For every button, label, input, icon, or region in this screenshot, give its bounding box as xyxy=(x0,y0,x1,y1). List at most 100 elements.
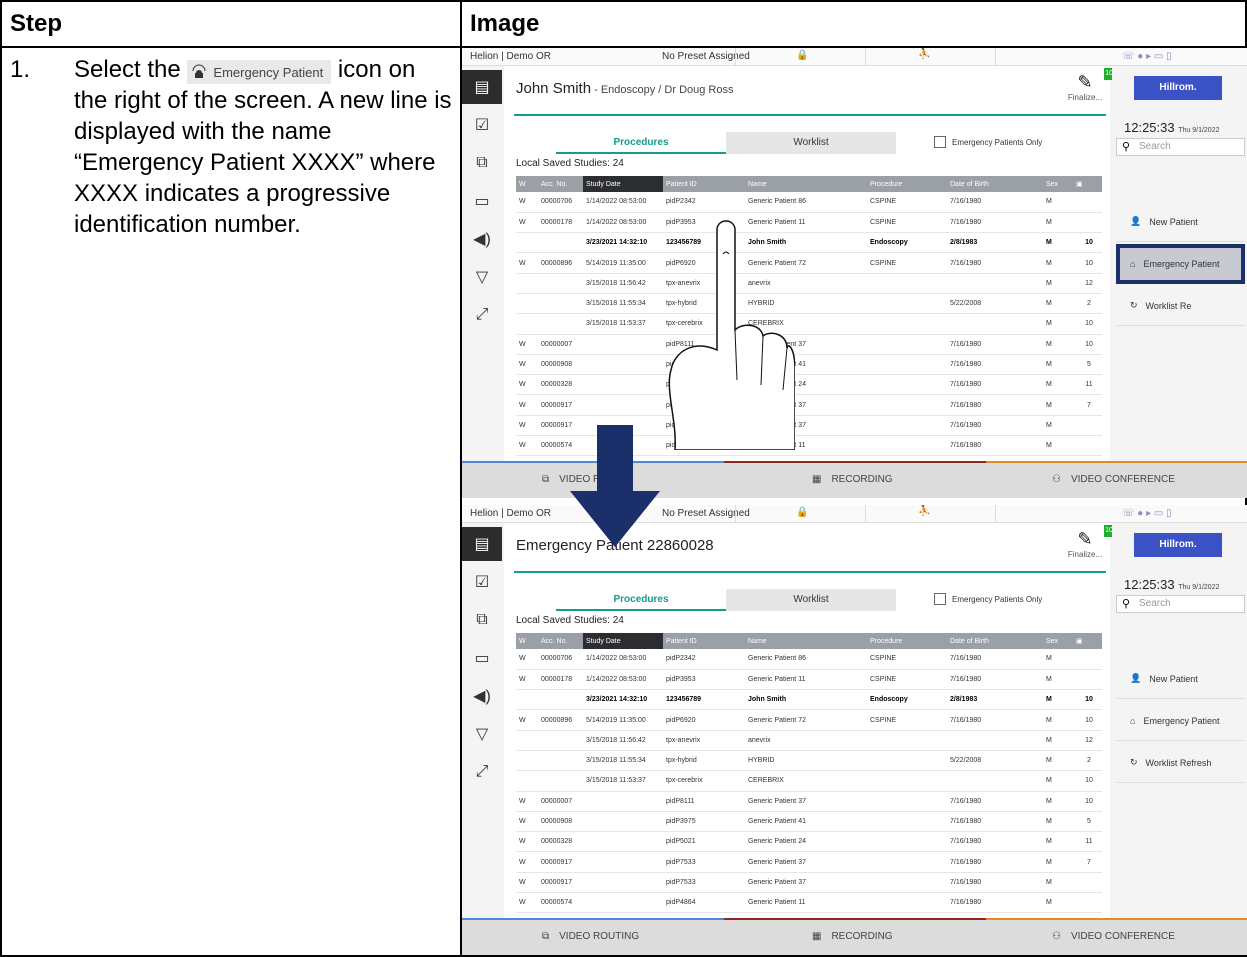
table-cell: CSPINE xyxy=(867,192,947,213)
checklist-icon[interactable]: ☑ xyxy=(462,565,502,599)
table-row[interactable]: W 00000896 5/14/2019 11:35:00 pidP6920 Gener… xyxy=(516,252,1102,274)
emergency-only-checkbox[interactable] xyxy=(934,593,946,605)
display-icon[interactable]: ▭ xyxy=(462,184,502,218)
recording-button[interactable]: ▦ RECORDING xyxy=(812,461,893,498)
table-row[interactable]: 3/15/2018 11:53:37 tpx-cerebrix CEREBRIX M 1… xyxy=(516,313,1102,335)
display-icon[interactable]: ▭ xyxy=(462,641,502,675)
table-row[interactable]: W 00000178 1/14/2022 08:53:00 pidP3953 Gener… xyxy=(516,212,1102,234)
table-row[interactable]: 3/15/2018 11:55:34 tpx-hybrid HYBRID 5/22/2… xyxy=(516,293,1102,315)
table-row[interactable]: 3/15/2018 11:56:42 tpx-anevrix anevrix M 12 xyxy=(516,730,1102,751)
table-row[interactable]: W00000574 pidP4864Generic Patient 11 7/16/… xyxy=(516,892,1102,914)
emergency-patient-button[interactable]: ⌂ Emergency Patient xyxy=(1116,244,1245,284)
col-images[interactable]: ▣ xyxy=(1073,176,1102,192)
table-row[interactable]: W 00000178 1/14/2022 08:53:00 pidP3953 Gener… xyxy=(516,669,1102,691)
search-input[interactable]: Search xyxy=(1116,138,1245,156)
table-row[interactable]: W00000908pidP3975Generic Patient 417/16/… xyxy=(516,354,1102,376)
emergency-only-checkbox[interactable] xyxy=(934,136,946,148)
clock-date: Thu 9/1/2022 xyxy=(1178,127,1220,134)
new-patient-button[interactable]: 👤 New Patient xyxy=(1116,202,1245,242)
lighting-icon[interactable]: ▽ xyxy=(462,260,502,294)
table-row[interactable]: 3/15/2018 11:55:34 tpx-hybrid HYBRID 5/22/2… xyxy=(516,750,1102,772)
search-icon: ⚲ xyxy=(1122,598,1131,610)
audio-icon[interactable]: ◀) xyxy=(462,222,502,256)
lock-segment[interactable]: 🔒 xyxy=(735,48,865,66)
col-name[interactable]: Name xyxy=(745,176,867,192)
table-cell: pidP5021 xyxy=(663,831,745,853)
tab-procedures[interactable]: Procedures xyxy=(556,132,726,154)
table-row[interactable]: 3/23/2021 14:32:10 123456789 John Smith End… xyxy=(516,232,1102,254)
table-cell: 7 xyxy=(1073,851,1102,873)
person-segment[interactable]: ⛹ xyxy=(865,48,995,66)
tab-worklist[interactable]: Worklist xyxy=(726,589,896,611)
tab-worklist[interactable]: Worklist xyxy=(726,132,896,154)
person-segment[interactable]: ⛹ xyxy=(865,505,995,523)
w-column-header[interactable]: W xyxy=(516,633,538,649)
recording-button[interactable]: ▦ RECORDING xyxy=(812,918,893,955)
col-patient-id[interactable]: Patient ID xyxy=(663,176,745,192)
video-routing-button[interactable]: ⧉ VIDEO ROUTING xyxy=(542,918,639,955)
lock-segment[interactable]: 🔒 xyxy=(735,505,865,523)
col-patient-id[interactable]: Patient ID xyxy=(663,633,745,649)
lighting-icon[interactable]: ▽ xyxy=(462,717,502,751)
table-row[interactable]: 3/15/2018 11:56:42 tpx-anevrix anevrix M 12 xyxy=(516,273,1102,294)
col-study-date[interactable]: Study Date xyxy=(583,176,663,192)
tab-procedures[interactable]: Procedures xyxy=(556,589,726,611)
table-row[interactable]: W 00000706 1/14/2022 08:53:00 pidP2342 Gener… xyxy=(516,192,1102,213)
col-procedure[interactable]: Procedure xyxy=(867,176,947,192)
checklist-icon[interactable]: ☑ xyxy=(462,108,502,142)
table-row[interactable]: W00000917pidP7533Generic Patient 377/16/… xyxy=(516,872,1102,894)
camera-icon[interactable]: ⤢ xyxy=(462,298,502,332)
col-images[interactable]: ▣ xyxy=(1073,633,1102,649)
person-icon: ⛹ xyxy=(918,49,931,60)
patient-card-icon[interactable]: ▤ xyxy=(462,527,502,561)
table-row[interactable]: W00000007pidP8111Generic Patient 377/16/… xyxy=(516,791,1102,812)
routing-icon[interactable]: ⧉ xyxy=(462,146,502,180)
table-row[interactable]: 3/23/2021 14:32:10 123456789 John Smith End… xyxy=(516,689,1102,711)
table-cell: pidP4864 xyxy=(663,892,745,914)
image-header: Image xyxy=(470,10,540,37)
routing-icon[interactable]: ⧉ xyxy=(462,603,502,637)
table-row[interactable]: 3/15/2018 11:53:37 tpx-cerebrix CEREBRIX M 1… xyxy=(516,770,1102,792)
new-patient-button[interactable]: 👤 New Patient xyxy=(1116,659,1245,699)
col-study-date[interactable]: Study Date xyxy=(583,633,663,649)
audio-icon[interactable]: ◀) xyxy=(462,679,502,713)
table-row[interactable]: W00000917pidP7533Generic Patient 377/16/… xyxy=(516,394,1102,416)
video-conference-button[interactable]: ⚇ VIDEO CONFERENCE xyxy=(1052,461,1175,498)
col-acc[interactable]: Acc. No. xyxy=(538,176,583,192)
emergency-patient-button[interactable]: ⌂ Emergency Patient xyxy=(1116,701,1245,741)
finalize-button[interactable]: ✎ Finalize... xyxy=(1062,72,1108,112)
table-cell: CEREBRIX xyxy=(745,770,867,792)
w-column-header[interactable]: W xyxy=(516,176,538,192)
col-name[interactable]: Name xyxy=(745,633,867,649)
empty-segment xyxy=(995,505,1115,523)
table-cell: W xyxy=(516,851,538,873)
table-row[interactable]: W00000917pidP7533Generic Patient 377/16/… xyxy=(516,851,1102,873)
title-underline xyxy=(514,571,1106,573)
recording-label: RECORDING xyxy=(831,474,893,485)
col-sex[interactable]: Sex xyxy=(1043,633,1073,649)
col-acc[interactable]: Acc. No. xyxy=(538,633,583,649)
worklist-refresh-button[interactable]: ↻ Worklist Re xyxy=(1116,286,1245,326)
table-row[interactable]: W00000328pidP5021Generic Patient 247/16/… xyxy=(516,831,1102,853)
table-cell: 00000007 xyxy=(538,791,583,812)
table-row[interactable]: W 00000896 5/14/2019 11:35:00 pidP6920 Gener… xyxy=(516,709,1102,731)
camera-icon[interactable]: ⤢ xyxy=(462,755,502,789)
table-row[interactable]: W00000007pidP8111Generic Patient 377/16/… xyxy=(516,334,1102,355)
emergency-only-toggle[interactable]: Emergency Patients Only xyxy=(934,593,1042,605)
table-row[interactable]: W00000908pidP3975Generic Patient 417/16/… xyxy=(516,811,1102,833)
table-cell xyxy=(516,232,538,254)
col-dob[interactable]: Date of Birth xyxy=(947,633,1043,649)
new-patient-label: New Patient xyxy=(1149,216,1198,227)
table-row[interactable]: W 00000706 1/14/2022 08:53:00 pidP2342 Gener… xyxy=(516,649,1102,670)
table-row[interactable]: W00000328pidP5021Generic Patient 247/16/… xyxy=(516,374,1102,396)
worklist-refresh-button[interactable]: ↻ Worklist Refresh xyxy=(1116,743,1245,783)
finalize-button[interactable]: ✎ Finalize... xyxy=(1062,529,1108,569)
search-input[interactable]: Search xyxy=(1116,595,1245,613)
video-conference-button[interactable]: ⚇ VIDEO CONFERENCE xyxy=(1052,918,1175,955)
person-icon: ⛹ xyxy=(918,506,931,517)
col-sex[interactable]: Sex xyxy=(1043,176,1073,192)
patient-card-icon[interactable]: ▤ xyxy=(462,70,502,104)
col-dob[interactable]: Date of Birth xyxy=(947,176,1043,192)
emergency-only-toggle[interactable]: Emergency Patients Only xyxy=(934,136,1042,148)
col-procedure[interactable]: Procedure xyxy=(867,633,947,649)
